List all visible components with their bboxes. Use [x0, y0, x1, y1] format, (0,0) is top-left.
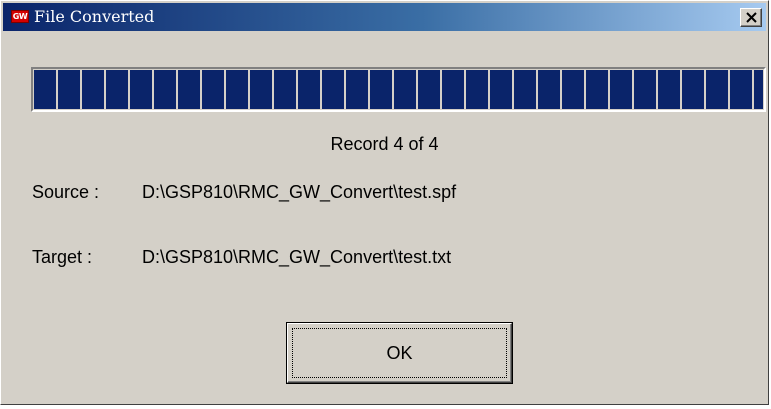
source-label: Source : — [32, 182, 100, 202]
window-title: File Converted — [34, 7, 155, 26]
progress-bar — [31, 67, 766, 112]
close-button[interactable] — [740, 8, 762, 27]
progress-track — [34, 70, 763, 109]
gw-app-icon: GW — [11, 10, 29, 23]
target-path: D:\GSP810\RMC_GW_Convert\test.txt — [142, 247, 452, 267]
source-path: D:\GSP810\RMC_GW_Convert\test.spf — [142, 182, 457, 202]
target-label: Target : — [32, 247, 93, 267]
ok-button-label: OK — [386, 343, 413, 363]
record-status: Record 4 of 4 — [330, 134, 439, 154]
close-icon — [746, 12, 757, 23]
progress-fill — [34, 70, 763, 109]
ok-button[interactable]: OK — [286, 322, 513, 384]
title-bar[interactable]: GW File Converted — [3, 3, 766, 31]
file-converted-dialog: GW File Converted Record 4 of 4 Source :… — [0, 0, 769, 405]
